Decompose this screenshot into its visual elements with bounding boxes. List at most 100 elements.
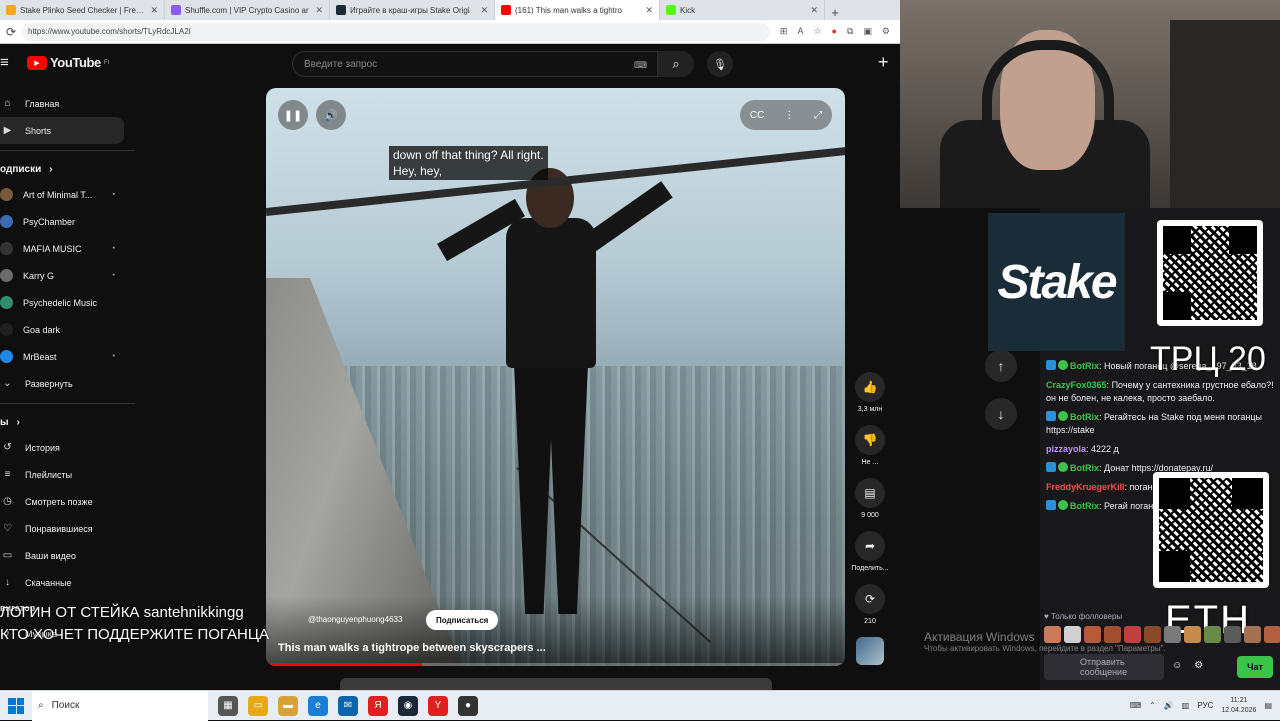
chat-username[interactable]: BotRix — [1070, 361, 1099, 371]
emote[interactable] — [1144, 626, 1161, 643]
you-heading[interactable]: ы › — [0, 410, 135, 434]
sidebar-item[interactable]: ↺ История — [0, 434, 135, 461]
chat-username[interactable]: BotRix — [1070, 412, 1099, 422]
settings-icon[interactable]: ⚙ — [882, 26, 890, 37]
emote[interactable] — [1264, 626, 1280, 643]
reload-icon[interactable]: ⟳ — [0, 25, 22, 39]
keyboard-icon[interactable]: ⌨ — [634, 60, 647, 71]
close-icon[interactable]: ✕ — [810, 5, 818, 16]
network-icon[interactable]: ▥ — [1182, 701, 1190, 710]
progress-bar[interactable] — [266, 663, 845, 666]
yandex-browser-icon[interactable]: Я — [368, 695, 388, 716]
browser-tab[interactable]: (161) This man walks a tightro ✕ — [495, 0, 660, 20]
next-short-button[interactable]: ↓ — [985, 398, 1017, 430]
captions-icon[interactable]: CC — [750, 110, 764, 121]
close-icon[interactable]: ✕ — [645, 5, 653, 16]
chat-username[interactable]: pizzayola — [1046, 444, 1086, 454]
menu-icon[interactable]: ≡ — [0, 54, 9, 71]
keyboard-tray-icon[interactable]: ⌨ — [1130, 701, 1142, 710]
emote[interactable] — [1084, 626, 1101, 643]
volume-tray-icon[interactable]: 🔊 — [1164, 701, 1174, 710]
chat-input[interactable]: Отправить сообщение — [1044, 654, 1164, 680]
close-icon[interactable]: ✕ — [150, 5, 158, 16]
subscriptions-heading[interactable]: одписки › — [0, 157, 135, 181]
youtube-logo[interactable]: ▶ YouTube FI — [27, 55, 109, 70]
browser-tab[interactable]: Играйте в краш-игры Stake Origi ✕ — [330, 0, 495, 20]
sidebar-channel[interactable]: PsyChamber — [0, 208, 135, 235]
emote[interactable] — [1204, 626, 1221, 643]
sidebar-channel[interactable]: Art of Minimal T... ▪ — [0, 181, 135, 208]
notifications-icon[interactable]: ▤ — [1264, 701, 1272, 710]
url-field[interactable]: https://www.youtube.com/shorts/TLyRdcJLA… — [22, 22, 770, 41]
sidebar-item[interactable]: ◷ Смотреть позже — [0, 488, 135, 515]
emote[interactable] — [1184, 626, 1201, 643]
chat-username[interactable]: BotRix — [1070, 463, 1099, 473]
browser-tab[interactable]: Kick ✕ — [660, 0, 825, 20]
more-options-icon[interactable]: ⋮ — [784, 110, 794, 121]
mail-icon[interactable]: ✉ — [338, 695, 358, 716]
windows-start-icon[interactable] — [8, 697, 24, 714]
sidebar-channel[interactable]: ⌄ Развернуть — [0, 370, 135, 397]
clock[interactable]: 11:21 12.04.2026 — [1221, 696, 1256, 716]
action-dislike[interactable]: 👎 Не ... — [848, 425, 892, 466]
sidebar-item[interactable]: ≡ Плейлисты — [0, 461, 135, 488]
settings-gear-icon[interactable]: ⚙ — [1194, 660, 1203, 671]
favorite-star-icon[interactable]: ☆ — [813, 26, 821, 37]
read-aloud-icon[interactable]: A — [797, 26, 803, 37]
volume-button[interactable]: 🔊 — [316, 100, 346, 130]
taskbar-search[interactable]: ⌕ Поиск — [32, 690, 208, 721]
sidebar-item[interactable]: ▭ Ваши видео — [0, 542, 135, 569]
close-icon[interactable]: ✕ — [315, 5, 323, 16]
sidebar-channel[interactable]: Psychedelic Music — [0, 289, 135, 316]
sidebar-item[interactable]: ▶ Shorts — [0, 117, 124, 144]
emote[interactable] — [1224, 626, 1241, 643]
channel-name[interactable]: @thaonguyenphuong4633 — [308, 615, 402, 624]
emote[interactable] — [1124, 626, 1141, 643]
fullscreen-icon[interactable]: ⤢ — [814, 110, 822, 121]
pause-button[interactable]: ❚❚ — [278, 100, 308, 130]
action-remix[interactable]: ⟳ 210 — [848, 584, 892, 625]
shorts-video-player[interactable]: ❚❚ 🔊 CC ⋮ ⤢ down off that thing? All rig… — [266, 88, 845, 666]
sidebar-channel[interactable]: MAFIA MUSIC • — [0, 235, 135, 262]
split-screen-icon[interactable]: ▣ — [863, 26, 872, 37]
emote[interactable] — [1164, 626, 1181, 643]
sidebar-channel[interactable]: MrBeast • — [0, 343, 135, 370]
chat-send-button[interactable]: Чат — [1237, 656, 1273, 678]
action-share[interactable]: ➦ Поделить... — [848, 531, 892, 572]
chat-username[interactable]: FreddyKruegerKill — [1046, 482, 1125, 492]
emote[interactable] — [1044, 626, 1061, 643]
previous-short-button[interactable]: ↑ — [985, 350, 1017, 382]
create-icon[interactable]: + — [878, 52, 889, 73]
emote[interactable] — [1104, 626, 1121, 643]
action-comments[interactable]: ▤ 9 000 — [848, 478, 892, 519]
emote[interactable] — [1244, 626, 1261, 643]
browser-tab[interactable]: Shuffle.com | VIP Crypto Casino ar ✕ — [165, 0, 330, 20]
chevron-up-icon[interactable]: ⌃ — [1149, 701, 1156, 710]
next-short-preview[interactable] — [340, 678, 772, 690]
close-icon[interactable]: ✕ — [480, 5, 488, 16]
emote[interactable] — [1064, 626, 1081, 643]
sidebar-item[interactable]: ♡ Понравившиеся — [0, 515, 135, 542]
sidebar-channel[interactable]: Karry G • — [0, 262, 135, 289]
file-explorer-icon[interactable]: ▭ — [248, 695, 268, 716]
voice-search-button[interactable]: 🎙 — [707, 51, 733, 77]
action-like[interactable]: 👍 3,3 млн — [848, 372, 892, 413]
chat-username[interactable]: CrazyFox0365 — [1046, 380, 1107, 390]
extensions-icon[interactable]: ⧉ — [847, 26, 853, 37]
language-indicator[interactable]: РУС — [1197, 701, 1213, 710]
emote-icon[interactable]: ☺ — [1172, 660, 1182, 671]
new-tab-button[interactable]: + — [825, 5, 845, 20]
subscribe-button[interactable]: Подписаться — [426, 610, 499, 630]
extension-icon[interactable]: ● — [832, 26, 837, 37]
task-view-icon[interactable]: ▦ — [218, 695, 238, 716]
browser-tab[interactable]: Stake Plinko Seed Checker | Free P ✕ — [0, 0, 165, 20]
obs-icon[interactable]: ● — [458, 695, 478, 716]
edge-browser-icon[interactable]: e — [308, 695, 328, 716]
yandex-icon[interactable]: Y — [428, 695, 448, 716]
chat-username[interactable]: BotRix — [1070, 501, 1099, 511]
audio-source-thumbnail[interactable] — [848, 637, 892, 665]
steam-icon[interactable]: ◉ — [398, 695, 418, 716]
folder-icon[interactable]: ▬ — [278, 695, 298, 716]
search-button[interactable]: ⌕ — [658, 51, 694, 77]
video-title[interactable]: This man walks a tightrope between skysc… — [278, 642, 546, 654]
